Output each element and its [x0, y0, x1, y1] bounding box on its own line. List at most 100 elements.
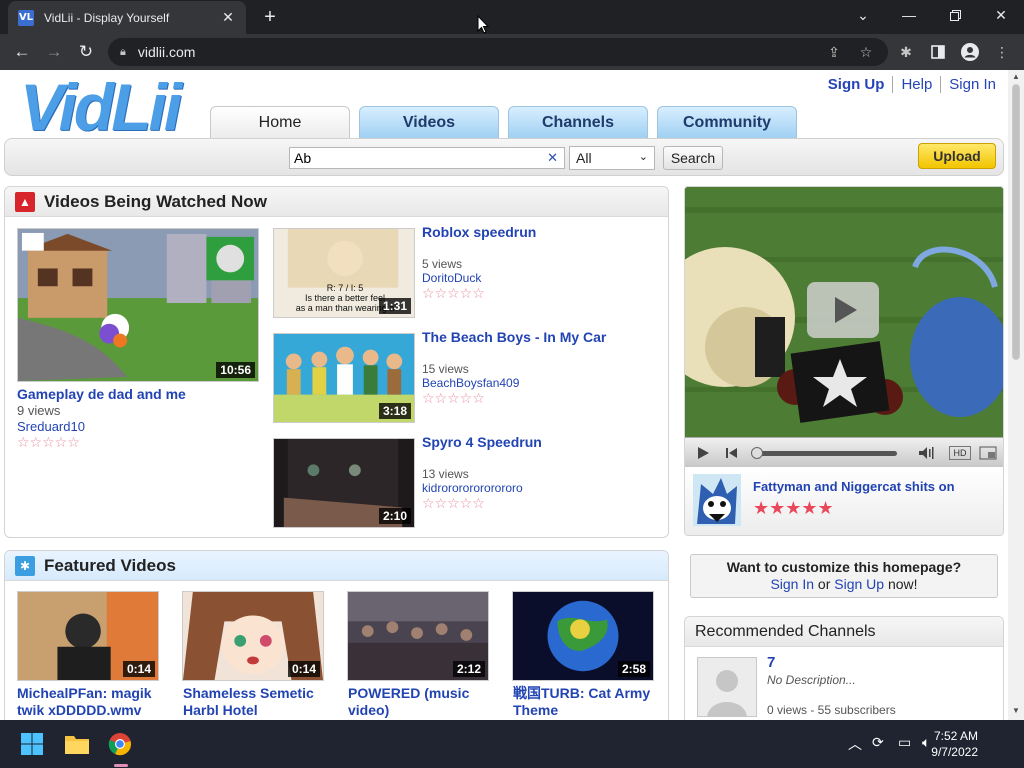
tray-overflow-chevron-icon[interactable]: ︿ [848, 734, 862, 754]
video-thumbnail-beachboys[interactable]: 3:18 [273, 333, 415, 423]
player-controls: HD [685, 437, 1003, 467]
url-text: vidlii.com [137, 44, 196, 60]
video-views-beachboys: 15 views [422, 362, 469, 376]
vidlii-logo[interactable]: VidLii [20, 74, 182, 140]
video-thumbnail-spyro[interactable]: 2:10 [273, 438, 415, 528]
back-button[interactable]: ← [10, 40, 34, 64]
featured-title-3[interactable]: POWERED (music video) [348, 685, 488, 719]
help-link[interactable]: Help [892, 76, 940, 93]
video-author-spyro[interactable]: kidrorororororororo [422, 481, 523, 495]
video-title-spyro[interactable]: Spyro 4 Speedrun [422, 434, 542, 451]
side-panel-icon[interactable] [926, 40, 950, 64]
search-button[interactable]: Search [663, 146, 723, 170]
minimize-button[interactable]: — [886, 0, 932, 30]
chrome-icon[interactable] [104, 728, 136, 760]
featured-title-2[interactable]: Shameless Semetic Harbl Hotel [183, 685, 333, 719]
new-tab-button[interactable]: + [258, 6, 282, 28]
seek-knob[interactable] [751, 447, 763, 459]
close-window-button[interactable]: ✕ [978, 0, 1024, 30]
main-video-thumbnail[interactable]: 10:56 [17, 228, 259, 382]
main-video-author[interactable]: Sreduard10 [17, 419, 85, 434]
channel-avatar[interactable] [697, 657, 757, 717]
watched-now-panel: ▲ Videos Being Watched Now 10:56 Gamepla… [4, 186, 669, 538]
promo-signup-link[interactable]: Sign Up [834, 576, 884, 592]
tab-home[interactable]: Home [210, 106, 350, 138]
promo-signin-link[interactable]: Sign In [770, 576, 814, 592]
bookmark-star-icon[interactable]: ☆ [854, 40, 878, 64]
channel-description: No Description... [767, 673, 856, 687]
video-rating-roblox: ☆☆☆☆☆ [422, 285, 485, 301]
file-explorer-icon[interactable] [61, 728, 93, 760]
featured-title-1[interactable]: MichealPFan: magik twik xDDDDD.wmv [17, 685, 167, 719]
profile-icon[interactable] [958, 40, 982, 64]
signin-link[interactable]: Sign In [940, 76, 1004, 93]
duration-badge: 10:56 [216, 362, 255, 378]
tab-close-icon[interactable]: ✕ [220, 9, 236, 26]
fullscreen-button[interactable] [977, 443, 999, 463]
page-viewport: VidLii Sign Up Help Sign In Home Videos … [0, 70, 1024, 720]
featured-video-player: HD Fattyman and Niggercat shits on ★★★★★ [684, 186, 1004, 536]
video-author-beachboys[interactable]: BeachBoysfan409 [422, 376, 519, 390]
windows-taskbar: ︿ ⟳ ▭ 🔈︎ 7:52 AM 9/7/2022 [0, 720, 1024, 768]
search-input[interactable] [294, 150, 534, 166]
tab-title: VidLii - Display Yourself [44, 10, 170, 25]
play-button[interactable] [691, 443, 715, 463]
tab-videos[interactable]: Videos [359, 106, 499, 138]
video-views-spyro: 13 views [422, 467, 469, 481]
now-playing-title[interactable]: Fattyman and Niggercat shits on [753, 478, 955, 495]
recommended-channels-panel: Recommended Channels 7 No Description...… [684, 616, 1004, 720]
chrome-active-indicator [114, 764, 128, 767]
network-icon[interactable]: ▭ [898, 734, 911, 751]
duration-badge: 2:10 [378, 508, 411, 524]
signup-link[interactable]: Sign Up [820, 76, 893, 93]
browser-tab-active[interactable]: VL VidLii - Display Yourself ✕ [8, 1, 246, 34]
address-bar[interactable]: 🔒︎ vidlii.com [108, 38, 888, 66]
search-bar: ✕ All ⌄ Search Upload [4, 138, 1004, 176]
taskbar-clock[interactable]: 7:52 AM 9/7/2022 [931, 728, 978, 760]
menu-kebab-icon[interactable]: ⋮ [990, 40, 1014, 64]
video-title-beachboys[interactable]: The Beach Boys - In My Car [422, 329, 606, 346]
tray-update-icon[interactable]: ⟳ [872, 734, 884, 751]
featured-thumbnail-4[interactable]: 2:58 [512, 591, 654, 681]
start-windows-icon[interactable] [16, 728, 48, 760]
video-author-roblox[interactable]: DoritoDuck [422, 271, 481, 285]
video-thumbnail-roblox[interactable]: R: 7 / I: 5 Is there a better feel as a ma… [273, 228, 415, 318]
search-category-select[interactable]: All ⌄ [569, 146, 655, 170]
main-video-rating: ☆☆☆☆☆ [17, 434, 80, 450]
page-scrollbar[interactable]: ▲ ▼ [1008, 70, 1024, 720]
channel-name[interactable]: 7 [767, 654, 775, 671]
user-links: Sign Up Help Sign In [820, 76, 1004, 93]
upload-button[interactable]: Upload [918, 143, 996, 169]
reload-button[interactable]: ↻ [74, 40, 98, 64]
now-playing-avatar[interactable] [693, 474, 741, 526]
extensions-puzzle-icon[interactable]: ✱ [894, 40, 918, 64]
tab-search-chevron-icon[interactable]: ⌄ [840, 0, 886, 30]
featured-thumbnail-1[interactable]: 0:14 [17, 591, 159, 681]
scroll-up-arrow-icon[interactable]: ▲ [1012, 72, 1020, 81]
clear-search-icon[interactable]: ✕ [547, 150, 558, 166]
featured-title-4[interactable]: 戦国TURB: Cat Army Theme [513, 685, 663, 719]
volume-icon[interactable]: 🔈︎ [922, 734, 930, 751]
player-seek-bar[interactable] [751, 447, 897, 459]
skip-back-button[interactable] [719, 443, 743, 463]
forward-button[interactable]: → [42, 40, 66, 64]
featured-thumbnail-2[interactable]: 0:14 [182, 591, 324, 681]
scrollbar-thumb[interactable] [1012, 84, 1020, 360]
featured-thumbnail-3[interactable]: 2:12 [347, 591, 489, 681]
tab-channels[interactable]: Channels [508, 106, 648, 138]
mouse-cursor-icon [477, 15, 489, 34]
video-title-roblox[interactable]: Roblox speedrun [422, 224, 536, 241]
duration-badge: 1:31 [378, 298, 411, 314]
scroll-down-arrow-icon[interactable]: ▼ [1012, 706, 1020, 715]
tab-community[interactable]: Community [657, 106, 797, 138]
video-rating-spyro: ☆☆☆☆☆ [422, 495, 485, 511]
main-video-views: 9 views [17, 403, 61, 418]
volume-button[interactable] [915, 443, 939, 463]
player-video-area[interactable] [685, 187, 1003, 437]
hd-button[interactable]: HD [949, 446, 971, 460]
share-icon[interactable]: ⇪ [822, 40, 846, 64]
featured-panel: ✱ Featured Videos 0:14 MichealPFan: magi… [4, 550, 669, 720]
restore-button[interactable] [932, 0, 978, 30]
main-video-title[interactable]: Gameplay de dad and me [17, 386, 186, 403]
video-rating-beachboys: ☆☆☆☆☆ [422, 390, 485, 406]
